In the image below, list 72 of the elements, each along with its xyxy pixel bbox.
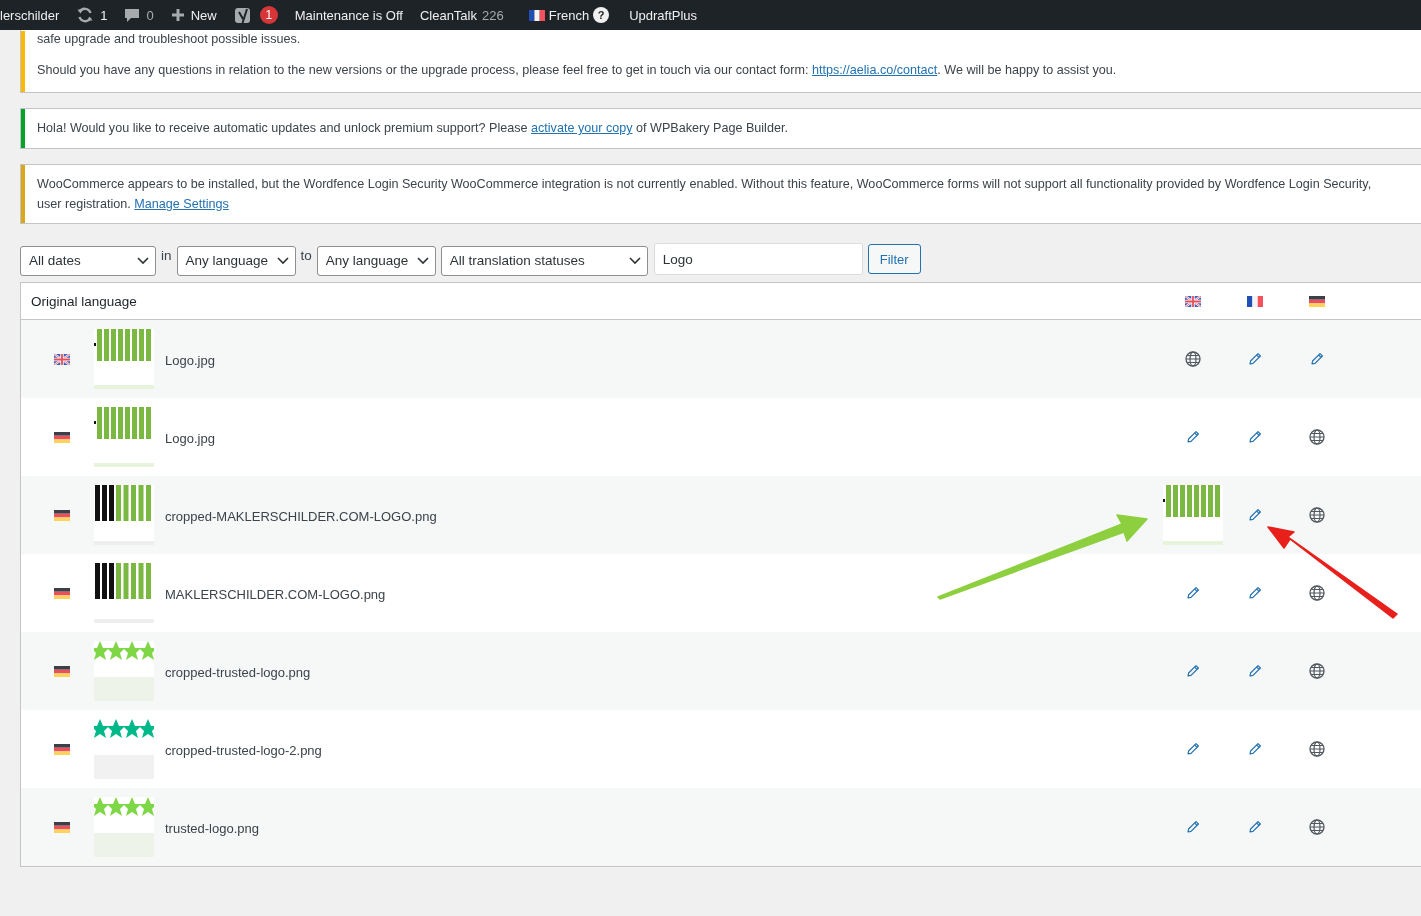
chevron-icon: [276, 256, 289, 265]
new-link[interactable]: New: [190, 7, 217, 23]
pencil-icon[interactable]: [1247, 351, 1263, 367]
globe-icon[interactable]: [1309, 585, 1325, 601]
file-name: MAKLERSCHILDER.COM-LOGO.png: [165, 586, 386, 602]
flag-icon: [54, 353, 70, 365]
pencil-icon[interactable]: [1247, 507, 1263, 523]
spam-count: 226: [482, 7, 504, 23]
pencil-icon[interactable]: [1247, 741, 1263, 757]
comment-icon[interactable]: [124, 7, 141, 23]
flag-icon: [54, 587, 70, 599]
help-icon[interactable]: ?: [593, 7, 610, 23]
flag-icon: [54, 509, 70, 521]
pencil-icon[interactable]: [1185, 741, 1201, 757]
pencil-icon[interactable]: [1247, 663, 1263, 679]
file-name: Logo.jpg: [165, 352, 215, 368]
notice-text: Should you have any questions in relation to the new versions or the upgrade process, please feel free to get in touch via our contact form: https://aelia.co/contact. We will be happy to assist you.: [37, 62, 1118, 79]
pencil-icon[interactable]: [1185, 585, 1201, 601]
maintenance-status-link[interactable]: Maintenance is Off: [294, 7, 403, 23]
comment-count: 0: [146, 7, 154, 23]
pencil-icon[interactable]: [1247, 429, 1263, 445]
globe-icon[interactable]: [1185, 351, 1201, 367]
chevron-icon: [416, 256, 429, 265]
flag-icon: [54, 743, 70, 755]
file-name: cropped-trusted-logo.png: [165, 664, 311, 680]
notification-badge: 1: [259, 6, 278, 24]
globe-icon[interactable]: [1309, 507, 1325, 523]
site-name-link[interactable]: lerschilder: [0, 7, 60, 23]
chevron-icon: [628, 256, 641, 265]
updraftplus-link[interactable]: UpdraftPlus: [629, 7, 698, 23]
flag-icon: [1309, 295, 1325, 307]
filter-label: to: [300, 248, 312, 263]
file-name: cropped-MAKLERSCHILDER.COM-LOGO.png: [165, 508, 437, 524]
sync-icon[interactable]: [76, 6, 95, 24]
search-field[interactable]: Logo: [653, 243, 863, 275]
language-switcher[interactable]: French: [548, 7, 590, 23]
pencil-icon[interactable]: [1185, 429, 1201, 445]
flag-icon: [1247, 295, 1263, 307]
pencil-icon[interactable]: [1247, 585, 1263, 601]
dropdown[interactable]: Any language: [176, 245, 296, 276]
file-name: cropped-trusted-logo-2.png: [165, 742, 322, 758]
dropdown[interactable]: All dates: [20, 245, 156, 276]
pencil-icon[interactable]: [1185, 819, 1201, 835]
flag-icon: [528, 9, 545, 21]
notice-link[interactable]: activate your copy: [531, 121, 633, 135]
cleantalk-link[interactable]: CleanTalk: [419, 7, 477, 23]
pencil-icon[interactable]: [1247, 819, 1263, 835]
update-count: 1: [100, 7, 108, 23]
flag-icon: [54, 431, 70, 443]
globe-icon[interactable]: [1309, 819, 1325, 835]
dropdown[interactable]: All translation statuses: [440, 245, 648, 276]
dropdown[interactable]: Any language: [316, 245, 436, 276]
globe-icon[interactable]: [1309, 741, 1325, 757]
column-header: Original language: [30, 293, 138, 309]
filter-button[interactable]: Filter: [867, 244, 921, 274]
file-name: Logo.jpg: [165, 430, 215, 446]
pencil-icon[interactable]: [1309, 351, 1325, 367]
flag-icon: [54, 665, 70, 677]
file-name: trusted-logo.png: [165, 820, 259, 836]
globe-icon[interactable]: [1309, 429, 1325, 445]
notice-text: user registration. Manage Settings: [37, 196, 230, 213]
notice-text: Hola! Would you like to receive automatic updates and unlock premium support? Please activate your copy of WPBakery Page Builder.: [37, 120, 789, 137]
notice-text: safe upgrade and troubleshoot possible issues.: [37, 31, 302, 48]
flag-icon: [54, 821, 70, 833]
filter-label: in: [161, 248, 172, 263]
notice-text: WooCommerce appears to be installed, but the Wordfence Login Security WooCommerce integration is not currently enabled. Without this feature, WooCommerce forms will not support all functionality provided by Wordfence Login Security,: [37, 176, 1373, 193]
chevron-icon: [137, 256, 149, 265]
pencil-icon[interactable]: [1185, 663, 1201, 679]
notice-link[interactable]: Manage Settings: [134, 197, 229, 211]
flag-icon: [1185, 295, 1201, 307]
globe-icon[interactable]: [1309, 663, 1325, 679]
plus-icon[interactable]: [170, 8, 185, 22]
